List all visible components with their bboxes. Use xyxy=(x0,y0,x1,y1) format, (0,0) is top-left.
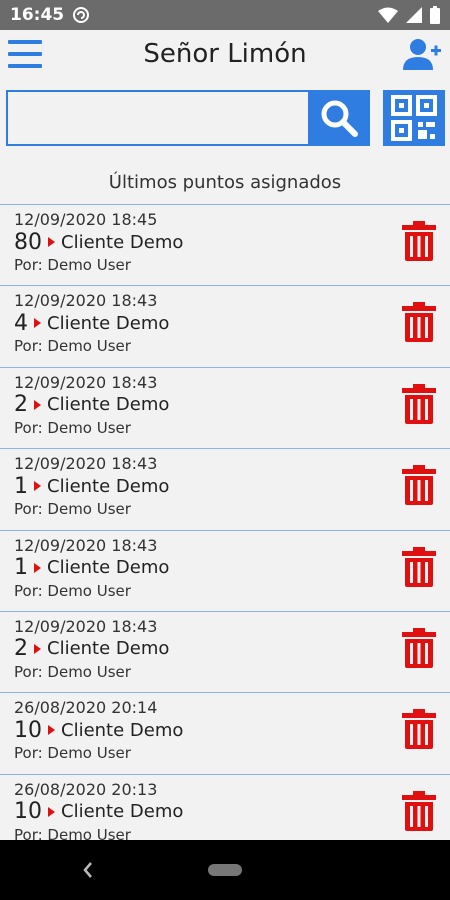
delete-button[interactable] xyxy=(402,546,436,587)
entry-main: 4 Cliente Demo xyxy=(14,310,436,336)
entry-client: Cliente Demo xyxy=(61,231,184,253)
wifi-icon xyxy=(378,7,398,23)
list-item[interactable]: 26/08/2020 20:13 10 Cliente Demo Por: De… xyxy=(0,773,450,840)
entry-points: 2 xyxy=(14,636,28,662)
entry-date: 26/08/2020 20:14 xyxy=(14,698,158,718)
page-title: Señor Limón xyxy=(143,39,307,69)
entry-author: Por: Demo User xyxy=(14,256,131,274)
entry-main: 1 Cliente Demo xyxy=(14,473,436,499)
entry-date: 12/09/2020 18:43 xyxy=(14,291,158,311)
entry-client: Cliente Demo xyxy=(61,801,184,823)
trash-icon xyxy=(402,546,436,587)
entry-points: 1 xyxy=(14,473,28,499)
points-list: 12/09/2020 18:45 80 Cliente Demo Por: De… xyxy=(0,204,450,840)
app-bar: Señor Limón xyxy=(0,30,450,78)
entry-author: Por: Demo User xyxy=(14,744,131,763)
caret-right-icon xyxy=(48,806,55,817)
trash-icon xyxy=(402,627,436,668)
entry-main: 10 Cliente Demo xyxy=(14,799,436,825)
delete-button[interactable] xyxy=(402,465,436,506)
menu-icon-bar xyxy=(8,40,42,44)
list-item[interactable]: 12/09/2020 18:43 1 Cliente Demo Por: Dem… xyxy=(0,529,450,611)
search-input[interactable] xyxy=(6,90,308,146)
search-icon xyxy=(321,100,358,137)
entry-author: Por: Demo User xyxy=(14,662,131,681)
entry-points: 2 xyxy=(14,392,28,418)
signal-icon xyxy=(406,7,422,23)
sync-icon xyxy=(73,7,90,23)
caret-right-icon xyxy=(48,237,55,247)
entry-client: Cliente Demo xyxy=(47,557,170,579)
entry-date: 26/08/2020 20:13 xyxy=(14,779,158,799)
entry-points: 10 xyxy=(14,717,42,743)
trash-icon xyxy=(402,383,436,424)
entry-date: 12/09/2020 18:45 xyxy=(14,210,158,229)
back-icon xyxy=(83,862,92,878)
entry-main: 2 Cliente Demo xyxy=(14,636,436,662)
list-item[interactable]: 26/08/2020 20:14 10 Cliente Demo Por: De… xyxy=(0,692,450,774)
entry-main: 10 Cliente Demo xyxy=(14,717,436,743)
status-time: 16:45 xyxy=(10,5,65,25)
delete-button[interactable] xyxy=(402,790,436,831)
caret-right-icon xyxy=(34,318,41,329)
entry-main: 80 Cliente Demo xyxy=(14,229,436,255)
search-button[interactable] xyxy=(308,90,370,146)
list-item[interactable]: 12/09/2020 18:45 80 Cliente Demo Por: De… xyxy=(0,204,450,286)
entry-client: Cliente Demo xyxy=(47,312,170,334)
entry-points: 80 xyxy=(14,229,42,255)
menu-button[interactable] xyxy=(8,38,42,70)
entry-date: 12/09/2020 18:43 xyxy=(14,616,158,636)
delete-button[interactable] xyxy=(402,709,436,750)
battery-icon xyxy=(430,6,440,24)
entry-points: 4 xyxy=(14,310,28,336)
list-item[interactable]: 12/09/2020 18:43 1 Cliente Demo Por: Dem… xyxy=(0,448,450,530)
entry-main: 1 Cliente Demo xyxy=(14,555,436,581)
entry-date: 12/09/2020 18:43 xyxy=(14,454,158,474)
entry-author: Por: Demo User xyxy=(14,337,131,356)
entry-author: Por: Demo User xyxy=(14,825,131,840)
status-bar: 16:45 xyxy=(0,0,450,30)
delete-button[interactable] xyxy=(402,221,436,261)
menu-icon-bar xyxy=(8,52,42,56)
entry-client: Cliente Demo xyxy=(47,394,170,416)
caret-right-icon xyxy=(48,725,55,736)
entry-date: 12/09/2020 18:43 xyxy=(14,535,158,555)
entry-client: Cliente Demo xyxy=(47,475,170,497)
add-user-button[interactable] xyxy=(402,36,442,72)
entry-points: 10 xyxy=(14,799,42,825)
trash-icon xyxy=(402,221,436,261)
add-user-icon xyxy=(403,39,441,70)
list-item[interactable]: 12/09/2020 18:43 2 Cliente Demo Por: Dem… xyxy=(0,610,450,693)
home-pill-icon[interactable] xyxy=(208,864,242,876)
delete-button[interactable] xyxy=(402,302,436,343)
qr-code-icon xyxy=(391,95,437,141)
entry-author: Por: Demo User xyxy=(14,500,131,519)
trash-icon xyxy=(402,465,436,506)
trash-icon xyxy=(402,709,436,750)
trash-icon xyxy=(402,302,436,343)
search-row xyxy=(6,90,446,146)
entry-author: Por: Demo User xyxy=(14,581,131,600)
section-title: Últimos puntos asignados xyxy=(108,172,342,193)
entry-points: 1 xyxy=(14,555,28,581)
back-button[interactable] xyxy=(80,860,96,880)
list-item[interactable]: 12/09/2020 18:43 4 Cliente Demo Por: Dem… xyxy=(0,285,450,367)
entry-client: Cliente Demo xyxy=(61,719,184,741)
entry-main: 2 Cliente Demo xyxy=(14,392,436,418)
system-nav-bar xyxy=(0,840,450,900)
delete-button[interactable] xyxy=(402,383,436,424)
list-item[interactable]: 12/09/2020 18:43 2 Cliente Demo Por: Dem… xyxy=(0,366,450,449)
qr-scan-button[interactable] xyxy=(383,90,445,146)
trash-icon xyxy=(402,790,436,831)
delete-button[interactable] xyxy=(402,627,436,668)
caret-right-icon xyxy=(34,399,41,410)
caret-right-icon xyxy=(34,481,41,492)
menu-icon-bar xyxy=(8,64,42,68)
caret-right-icon xyxy=(34,562,41,573)
entry-author: Por: Demo User xyxy=(14,418,131,437)
entry-date: 12/09/2020 18:43 xyxy=(14,372,158,392)
entry-client: Cliente Demo xyxy=(47,638,170,660)
caret-right-icon xyxy=(34,643,41,654)
